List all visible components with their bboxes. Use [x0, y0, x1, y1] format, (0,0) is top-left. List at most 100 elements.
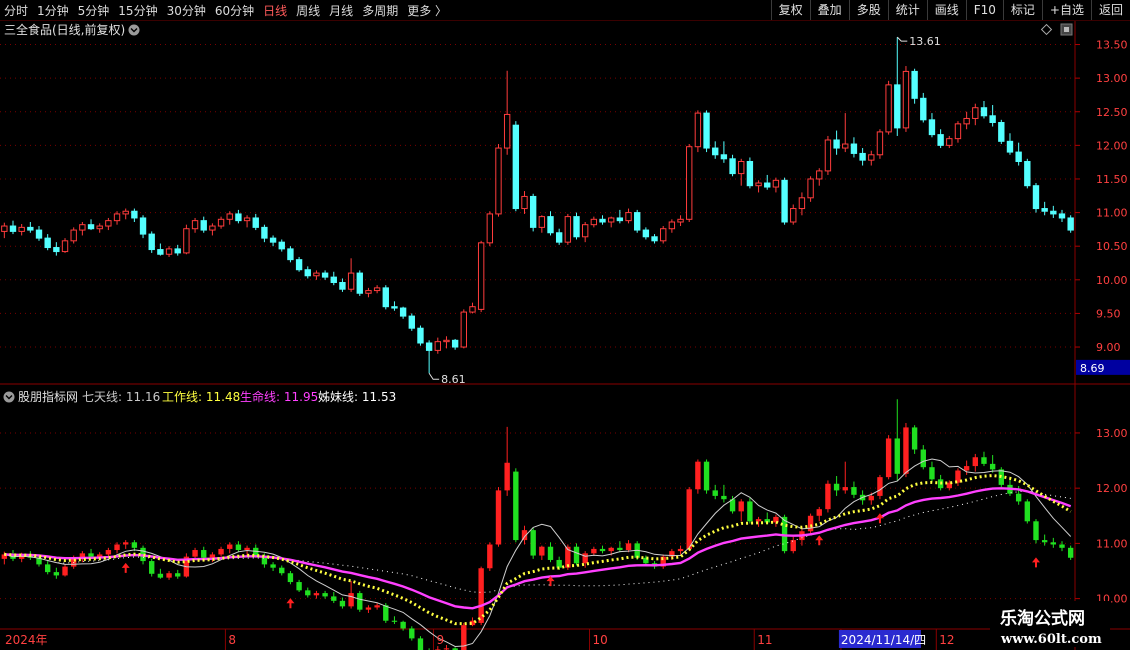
- ind-candle-body: [400, 621, 406, 629]
- candle-body: [1058, 213, 1066, 219]
- price-candle: [122, 208, 129, 220]
- period-tab-1[interactable]: 1分钟: [37, 2, 69, 19]
- price-candle: [703, 110, 710, 153]
- period-tab-5[interactable]: 60分钟: [215, 2, 254, 19]
- candle-body: [937, 134, 944, 146]
- price-candle: [781, 177, 788, 225]
- ind-candle-body: [331, 596, 337, 601]
- period-tab-4[interactable]: 30分钟: [167, 2, 206, 19]
- candle-body: [868, 154, 875, 161]
- price-candle: [1, 222, 8, 239]
- candle-body: [590, 218, 598, 226]
- candle-body: [738, 160, 745, 175]
- ind-candle-body: [721, 495, 727, 500]
- ind-candle-body: [270, 564, 276, 568]
- candle-body: [1050, 210, 1057, 215]
- price-candle: [859, 148, 866, 166]
- ind-candle-body: [755, 519, 762, 522]
- price-candle: [105, 217, 112, 231]
- price-tick-label: 9.00: [1096, 341, 1121, 354]
- indicator-candle: [504, 426, 510, 496]
- price-candle: [434, 337, 441, 354]
- candle-body: [321, 272, 329, 278]
- candle-body: [764, 182, 771, 188]
- toolbar-button-8[interactable]: 返回: [1090, 0, 1130, 20]
- toolbar-button-5[interactable]: F10: [965, 0, 1003, 20]
- candle-body: [824, 139, 832, 172]
- period-tab-9[interactable]: 多周期: [362, 2, 398, 19]
- candle-body: [200, 220, 207, 231]
- indicator-value-3: 姊妹线: 11.53: [318, 390, 396, 404]
- title-dropdown[interactable]: [128, 24, 140, 36]
- period-tab-7[interactable]: 周线: [296, 2, 320, 19]
- ind-candle-body: [443, 648, 450, 650]
- candle-body: [668, 221, 676, 230]
- toolbar-button-1[interactable]: 叠加: [809, 0, 849, 20]
- watermark-url: www.60lt.com: [1000, 632, 1102, 647]
- candle-body: [183, 228, 190, 254]
- stock-title: 三全食品(日线,前复权): [4, 22, 125, 37]
- ind-candle-body: [348, 593, 354, 607]
- indicator-candle: [357, 590, 363, 612]
- indicator-candle: [114, 542, 120, 554]
- price-candle: [807, 176, 814, 202]
- ind-candle-body: [235, 544, 242, 551]
- period-tab-8[interactable]: 月线: [329, 2, 353, 19]
- price-tick-label: 9.50: [1096, 307, 1121, 320]
- period-tab-0[interactable]: 分时: [4, 2, 28, 19]
- price-candle: [712, 141, 719, 159]
- toolbar-button-3[interactable]: 统计: [887, 0, 927, 20]
- price-candle: [928, 113, 936, 138]
- period-tab-6[interactable]: 日线: [263, 2, 287, 19]
- price-candle: [816, 168, 823, 186]
- candle-body: [946, 138, 953, 146]
- indicator-candle: [313, 590, 320, 599]
- price-candle: [599, 215, 606, 225]
- candle-body: [694, 112, 702, 148]
- price-candle: [529, 193, 537, 232]
- toolbar-button-7[interactable]: +自选: [1041, 0, 1091, 20]
- price-tick-label: 11.00: [1096, 207, 1128, 220]
- price-candle: [764, 174, 771, 190]
- price-candle: [746, 157, 754, 189]
- indicator-candle: [183, 553, 190, 578]
- price-candle: [148, 231, 155, 253]
- indicator-candle: [773, 514, 779, 527]
- candle-body: [339, 281, 346, 290]
- price-candle: [278, 239, 285, 252]
- period-tab-10[interactable]: 更多 〉: [407, 2, 447, 19]
- ind-candle-body: [582, 553, 588, 564]
- price-candle: [53, 242, 60, 256]
- ind-candle-body: [825, 483, 831, 510]
- period-tab-3[interactable]: 15分钟: [118, 2, 157, 19]
- toolbar-button-4[interactable]: 画线: [926, 0, 966, 20]
- date-label: 12: [939, 633, 954, 647]
- toolbar-button-0[interactable]: 复权: [770, 0, 810, 20]
- toolbar-button-2[interactable]: 多股: [848, 0, 888, 20]
- ind-candle-body: [903, 427, 909, 474]
- kline-chart[interactable]: 13.50 13.00 12.50 12.00 11.50 11.00 10.50 10.00…: [0, 21, 1130, 650]
- candle-body: [920, 97, 927, 121]
- indicator-dropdown[interactable]: [3, 391, 15, 403]
- candle-body: [772, 179, 780, 188]
- life-line: [4, 487, 1072, 610]
- toolbar-button-6[interactable]: 标记: [1002, 0, 1042, 20]
- ind-candle-body: [391, 620, 398, 622]
- price-candle: [651, 234, 658, 244]
- candle-body: [87, 224, 95, 230]
- indicator-candle: [1024, 499, 1031, 524]
- indicator-candle: [287, 571, 294, 585]
- price-candle: [512, 121, 520, 212]
- ind-candle-body: [747, 501, 753, 522]
- diamond-icon[interactable]: [1040, 23, 1053, 36]
- candle-body: [96, 225, 103, 230]
- period-tab-2[interactable]: 5分钟: [78, 2, 110, 19]
- candle-body: [278, 241, 285, 250]
- price-candle: [660, 226, 667, 244]
- candle-body: [720, 154, 728, 160]
- indicator-candle: [530, 527, 536, 559]
- watermark-name: 乐淘公式网: [1000, 608, 1085, 629]
- price-candle: [425, 340, 433, 374]
- ind-candle-body: [677, 548, 684, 552]
- price-candle: [625, 208, 632, 224]
